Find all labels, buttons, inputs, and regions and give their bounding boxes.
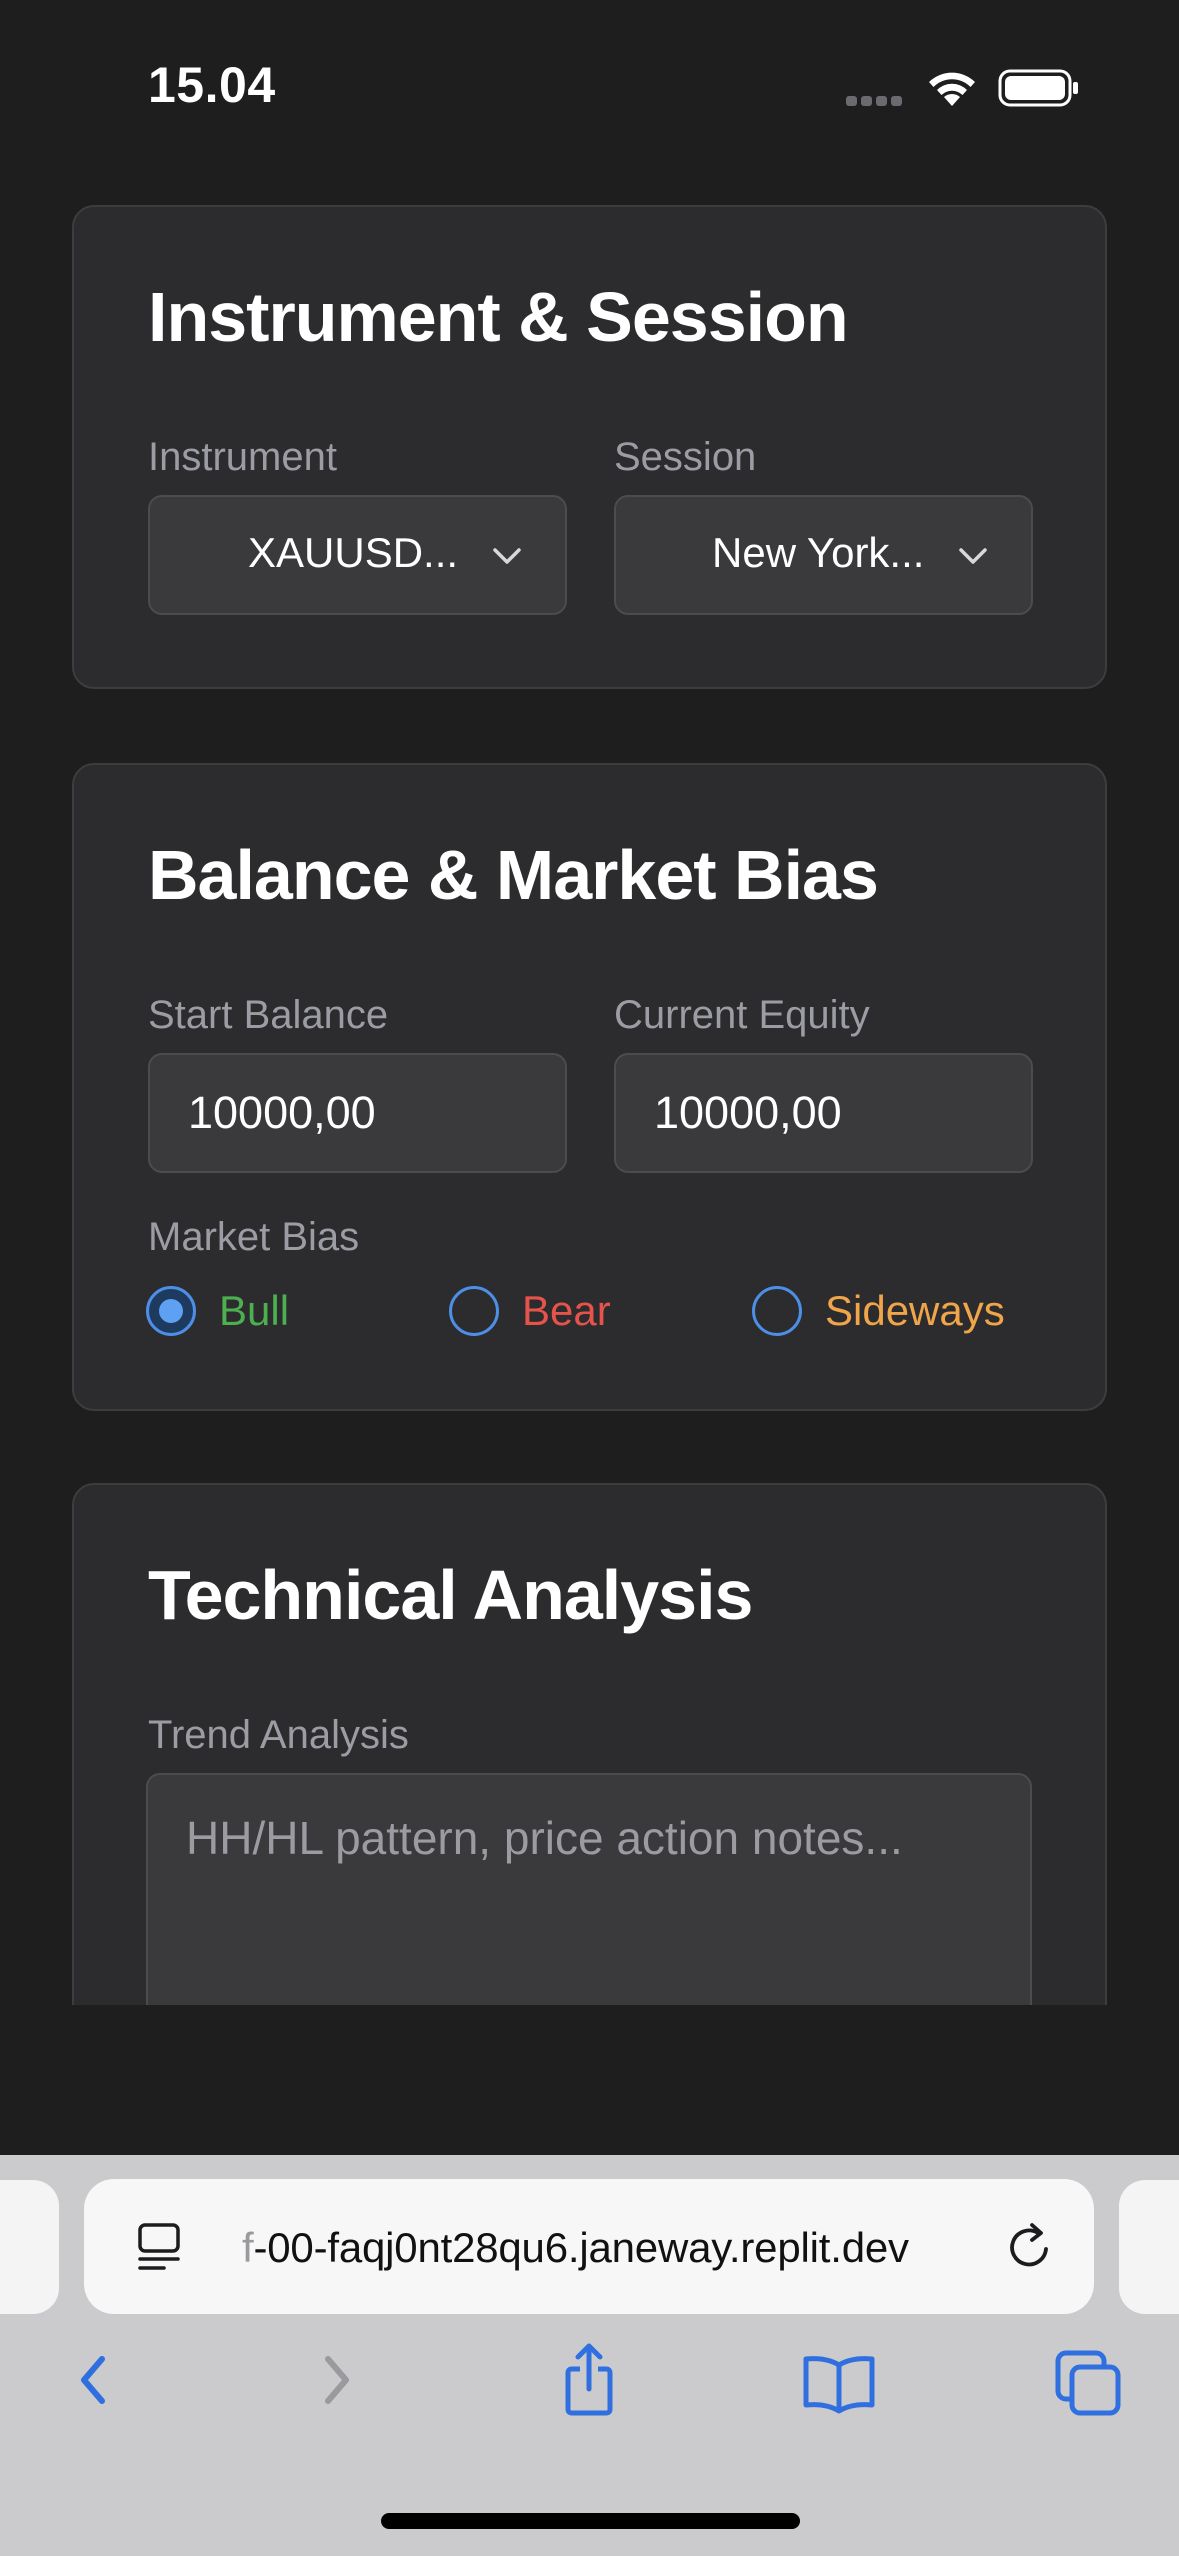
url-prefix: f [242,2224,254,2271]
current-equity-input[interactable]: 10000,00 [614,1053,1033,1173]
trend-analysis-placeholder: HH/HL pattern, price action notes... [186,1812,903,1864]
start-balance-input[interactable]: 10000,00 [148,1053,567,1173]
battery-icon [998,69,1078,107]
wifi-icon [929,72,975,106]
trend-analysis-label: Trend Analysis [148,1713,409,1757]
chevron-down-icon [959,548,987,564]
bookmarks-button[interactable] [794,2325,884,2435]
bias-option-sideways[interactable]: Sideways [752,1283,1032,1343]
start-balance-label: Start Balance [148,993,389,1037]
session-label: Session [614,435,757,479]
share-icon [565,2343,613,2416]
radio-button[interactable] [449,1286,499,1336]
previous-tab-preview[interactable] [0,2180,59,2314]
forward-button[interactable] [296,2325,386,2435]
radio-button[interactable] [146,1286,196,1336]
instrument-label: Instrument [148,435,337,479]
reload-icon[interactable] [1002,2219,1058,2275]
instrument-select[interactable]: XAUUSD... [148,495,567,615]
current-equity-value: 10000,00 [654,1087,842,1138]
card-title: Instrument & Session [148,278,849,356]
address-bar[interactable]: f-00-faqj0nt28qu6.janeway.replit.dev [84,2179,1094,2314]
page-content: Instrument & Session Instrument Session … [0,175,1179,2005]
tabs-button[interactable] [1044,2325,1134,2435]
card-title: Technical Analysis [148,1556,753,1634]
browser-toolbar: f-00-faqj0nt28qu6.janeway.replit.dev [0,2155,1179,2556]
bias-option-bull[interactable]: Bull [146,1283,326,1343]
home-indicator [381,2513,800,2529]
screen: 15.04 Instrument & Session Instrument Se… [0,0,1179,2556]
session-value: New York... [712,529,925,576]
start-balance-value: 10000,00 [188,1087,376,1138]
instrument-value: XAUUSD... [248,529,459,576]
chevron-down-icon [493,548,521,564]
instrument-session-card: Instrument & Session Instrument Session … [72,205,1107,689]
next-tab-preview[interactable] [1119,2180,1179,2314]
browser-nav-row [0,2325,1179,2435]
page-menu-icon[interactable] [136,2221,186,2273]
cellular-signal-icon [846,96,906,108]
bookmarks-icon [803,2356,875,2414]
radio-button[interactable] [752,1286,802,1336]
url-text[interactable]: f-00-faqj0nt28qu6.janeway.replit.dev [242,2224,909,2272]
bias-option-bear[interactable]: Bear [449,1283,629,1343]
session-select[interactable]: New York... [614,495,1033,615]
market-bias-label: Market Bias [148,1215,360,1259]
bias-option-label: Bull [219,1287,290,1334]
forward-icon [325,2356,349,2404]
tabs-icon [1055,2350,1121,2416]
bias-option-label: Bear [522,1287,611,1334]
current-equity-label: Current Equity [614,993,870,1037]
share-button[interactable] [544,2325,634,2435]
radio-selected-dot [159,1299,183,1323]
trend-analysis-textarea[interactable]: HH/HL pattern, price action notes... [146,1773,1032,2005]
url-main: -00-faqj0nt28qu6.janeway.replit.dev [253,2224,909,2271]
bias-option-label: Sideways [825,1287,1005,1334]
back-button[interactable] [44,2325,134,2435]
back-icon [81,2356,105,2404]
status-time: 15.04 [148,57,276,113]
status-bar: 15.04 [0,0,1179,175]
card-title: Balance & Market Bias [148,836,879,914]
